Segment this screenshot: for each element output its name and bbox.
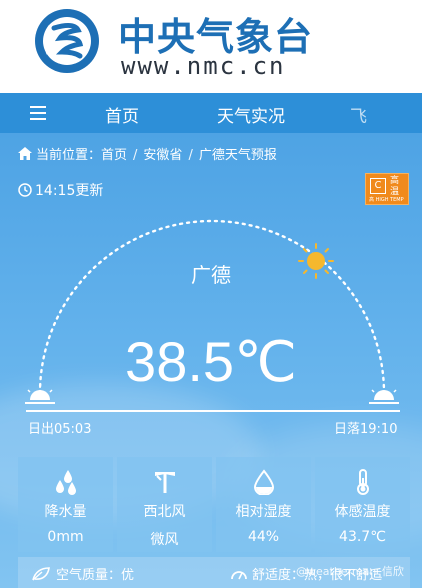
breadcrumb: 当前位置：首页 / 安徽省 / 广德天气预报	[18, 144, 277, 163]
air-quality-link[interactable]: 空气质量：优	[32, 564, 134, 583]
breadcrumb-home-link[interactable]: 首页	[101, 148, 127, 163]
stat-label: 体感温度	[334, 504, 391, 520]
stat-label: 西北风	[143, 504, 186, 520]
weather-stats: 降水量 0mm 西北风 微风 相对湿度 44% 体感温度 43.7℃	[18, 457, 410, 552]
alert-label: 高温	[390, 176, 400, 197]
precipitation-card[interactable]: 降水量 0mm	[18, 457, 113, 552]
breadcrumb-current: 广德天气预报	[198, 148, 277, 163]
current-temperature: 38.5℃	[125, 330, 297, 393]
sunset-time: 日落19:10	[334, 422, 398, 437]
air-quality-text: 空气质量：优	[56, 568, 135, 583]
alert-sub: 高 HIGH TEMP	[369, 197, 404, 203]
stat-value: 0mm	[47, 529, 84, 545]
stat-label: 降水量	[44, 504, 87, 520]
update-time: 14:15更新	[18, 180, 103, 200]
stat-value: 微风	[150, 532, 179, 548]
gauge-icon	[231, 571, 247, 580]
sunrise-time: 日出05:03	[28, 422, 92, 437]
thermometer-icon	[357, 469, 369, 495]
high-temp-alert-badge[interactable]: C 高温 高 HIGH TEMP	[365, 173, 409, 205]
brand-url[interactable]: www.nmc.cn	[121, 52, 286, 80]
breadcrumb-province-link[interactable]: 安徽省	[143, 148, 182, 163]
breadcrumb-separator: /	[188, 148, 193, 163]
sun-path-arc	[25, 219, 400, 412]
nmc-logo[interactable]	[34, 8, 100, 74]
update-time-text: 14:15更新	[35, 183, 104, 199]
feels-like-card[interactable]: 体感温度 43.7℃	[315, 457, 410, 552]
stat-value: 43.7℃	[339, 529, 386, 545]
stat-value: 44%	[247, 529, 280, 545]
humidity-drop-icon	[253, 469, 275, 495]
raindrops-icon	[56, 470, 76, 495]
leaf-icon	[32, 567, 50, 581]
site-header: 中央气象台 www.nmc.cn	[0, 0, 422, 93]
city-name: 广德	[191, 263, 231, 287]
breadcrumb-separator: /	[133, 148, 138, 163]
breadcrumb-prefix: 当前位置：	[36, 148, 102, 163]
hamburger-icon[interactable]	[30, 106, 46, 120]
alert-level-icon: C	[370, 178, 386, 194]
humidity-card[interactable]: 相对湿度 44%	[216, 457, 311, 552]
watermark: @weatherman_信欣	[296, 565, 404, 578]
clock-icon	[18, 183, 32, 197]
wind-vane-icon	[155, 472, 175, 493]
wind-card[interactable]: 西北风 微风	[117, 457, 212, 552]
home-icon	[18, 147, 32, 160]
nav-item-live-weather[interactable]: 天气实况	[217, 102, 285, 127]
nav-item-home[interactable]: 首页	[105, 102, 139, 127]
nav-item-overflow[interactable]: 飞	[350, 102, 367, 127]
stat-label: 相对湿度	[235, 504, 292, 520]
weather-panel: 当前位置：首页 / 安徽省 / 广德天气预报 14:15更新 C 高温 高 HIGH T…	[0, 133, 422, 588]
main-nav: 首页 天气实况 飞	[0, 93, 422, 133]
